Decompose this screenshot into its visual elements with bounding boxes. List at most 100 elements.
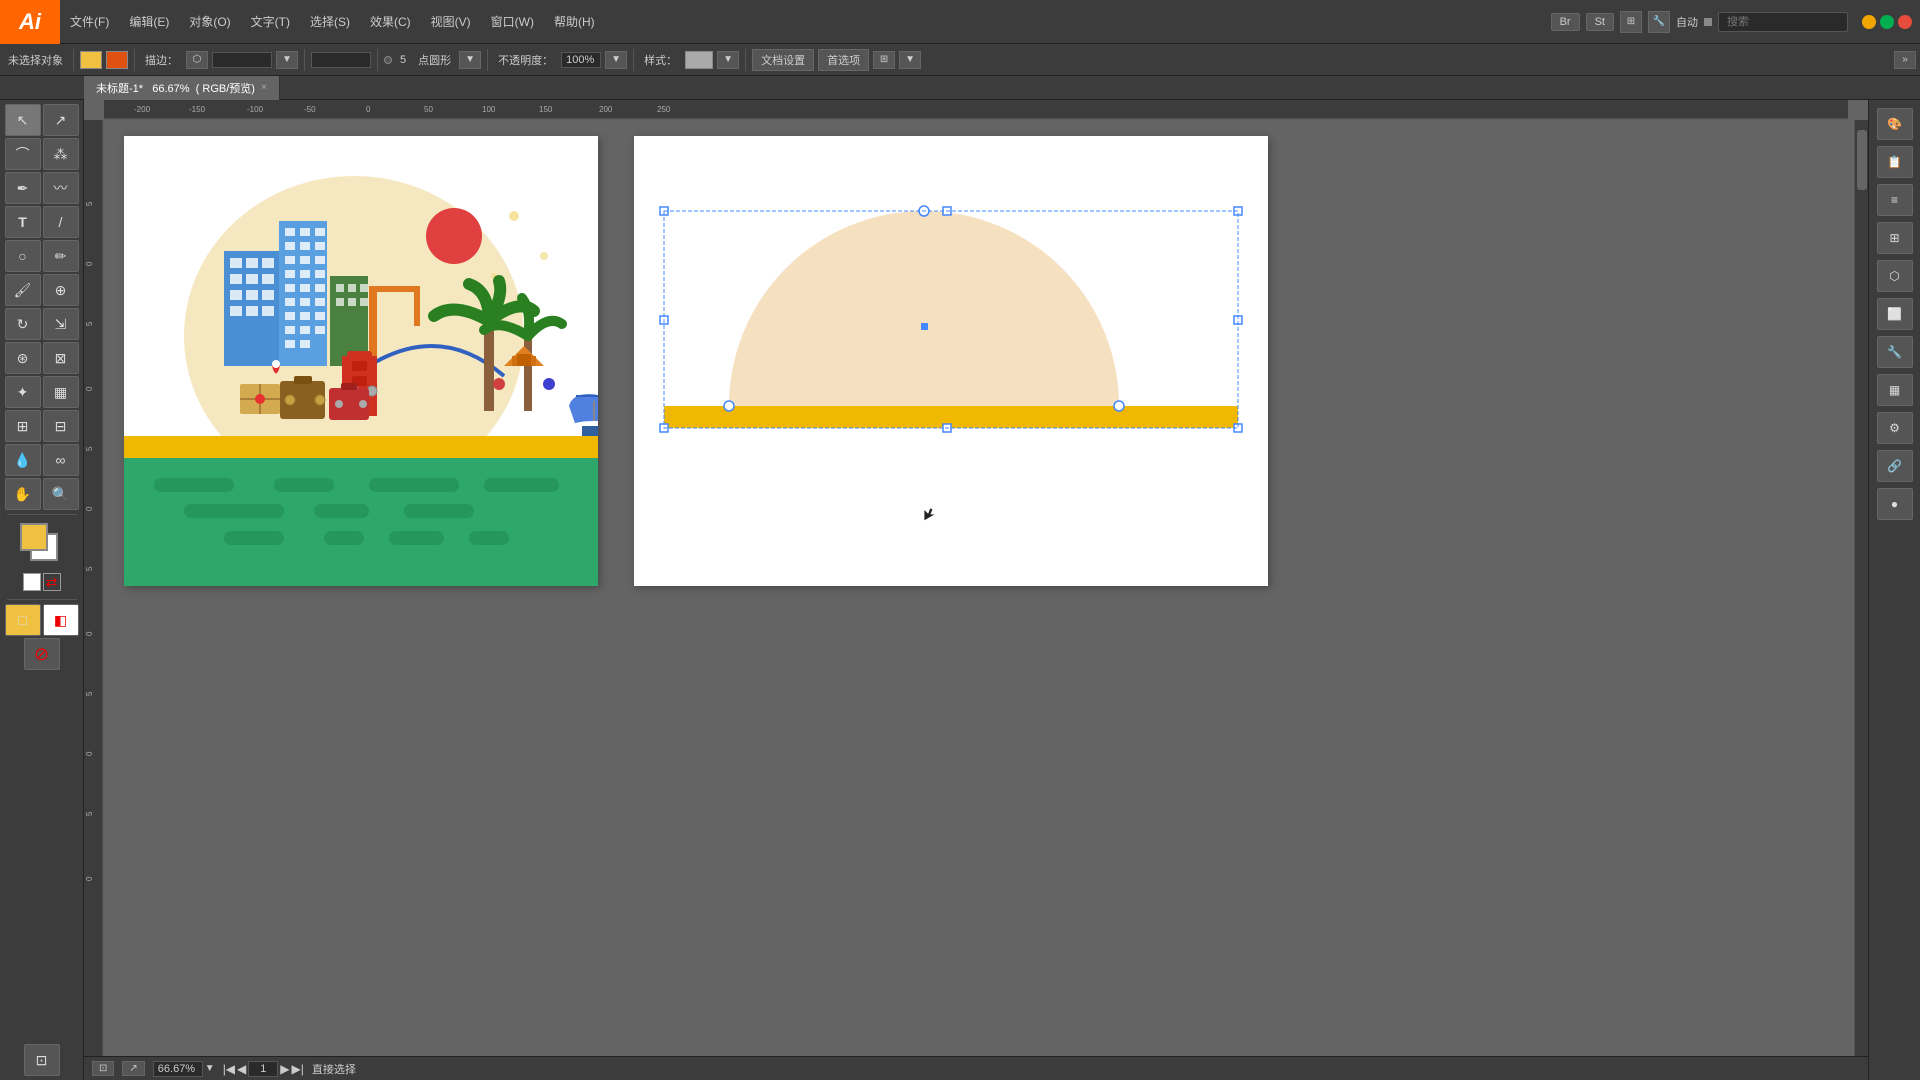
document-tab[interactable]: 未标题-1* 66.67% ( RGB/预览) × [84,76,280,100]
menu-effect[interactable]: 效果(C) [360,0,421,44]
status-bar: ⊡ ↗ ▼ |◀ ◀ ▶ ▶| 直接选择 [84,1056,1868,1080]
next-btn[interactable]: ▶ [280,1062,289,1076]
svg-text:0: 0 [85,261,94,266]
menu-select[interactable]: 选择(S) [300,0,360,44]
brush-tool[interactable]: 🖌 [5,274,41,306]
menu-help[interactable]: 帮助(H) [544,0,605,44]
page-navigation: |◀ ◀ ▶ ▶| [223,1061,304,1077]
maximize-button[interactable] [1880,15,1894,29]
share-btn[interactable]: ↗ [122,1061,144,1076]
properties-panel-icon[interactable]: ⚙ [1877,412,1913,444]
menu-edit[interactable]: 编辑(E) [119,0,179,44]
pathfinder-panel-icon[interactable]: ⬡ [1877,260,1913,292]
fill-color-swatch[interactable] [80,51,102,69]
ellipse-tool[interactable]: ○ [5,240,41,272]
app-logo-text: Ai [19,9,41,35]
column-graph-tool[interactable]: ▦ [43,376,79,408]
pen-tool[interactable]: ✒ [5,172,41,204]
menu-file[interactable]: 文件(F) [60,0,119,44]
doc-setup-button[interactable]: 文档设置 [752,49,814,71]
slice-tool[interactable]: ⊟ [43,410,79,442]
style-swatch[interactable] [685,51,713,69]
color-fill-btn[interactable]: □ [5,604,41,636]
minimize-button[interactable] [1862,15,1876,29]
align-panel-icon[interactable]: ≡ [1877,184,1913,216]
prev-btn[interactable]: ◀ [237,1062,246,1076]
artboard-panel-icon[interactable]: 📋 [1877,146,1913,178]
rotate-tool[interactable]: ↻ [5,308,41,340]
reset-colors-icon[interactable] [23,573,41,591]
appearance-panel-icon[interactable]: ⬜ [1877,298,1913,330]
swap-colors-icon[interactable]: ⇄ [43,573,61,591]
zoom-tool[interactable]: 🔍 [43,478,79,510]
arrange-dropdown-icon[interactable] [1704,18,1712,26]
type-tool[interactable]: T [5,206,41,238]
tool-row-9: ✦ ▦ [2,376,81,408]
vertical-scroll-thumb[interactable] [1857,130,1867,190]
magic-wand-tool[interactable]: ⁂ [43,138,79,170]
graphic-styles-icon[interactable]: 🔧 [1877,336,1913,368]
menu-view[interactable]: 视图(V) [421,0,481,44]
stroke-weight-icon[interactable]: ⬡ [186,51,208,69]
blob-brush-tool[interactable]: ⊕ [43,274,79,306]
stroke-input[interactable] [212,52,272,68]
curvature-tool[interactable]: 〰 [43,172,79,204]
menu-text[interactable]: 文字(T) [241,0,300,44]
warp-tool[interactable]: ⊛ [5,342,41,374]
links-panel-icon[interactable]: 🔗 [1877,450,1913,482]
artboard-tool[interactable]: ⊞ [5,410,41,442]
stock-button[interactable]: St [1586,13,1614,31]
hand-tool[interactable]: ✋ [5,478,41,510]
svg-text:50: 50 [424,105,433,114]
blend-tool[interactable]: ∞ [43,444,79,476]
page-number-input[interactable] [248,1061,278,1077]
none-btn[interactable]: ⊘ [24,638,60,670]
zoom-dropdown-icon[interactable]: ▼ [205,1063,215,1074]
pencil-tool[interactable]: ✏ [43,240,79,272]
opacity-dropdown-icon[interactable]: ▼ [605,51,627,69]
bridge-button[interactable]: Br [1551,13,1580,31]
artboard-switch-btn[interactable]: ⊡ [24,1044,60,1076]
close-button[interactable] [1898,15,1912,29]
panel-collapse-icon[interactable]: » [1894,51,1916,69]
line-tool[interactable]: / [43,206,79,238]
selection-tool[interactable]: ↖ [5,104,41,136]
symbol-sprayer-tool[interactable]: ✦ [5,376,41,408]
shape-dropdown-icon[interactable]: ▼ [459,51,481,69]
scale-tool[interactable]: ⇲ [43,308,79,340]
vertical-scrollbar[interactable] [1854,120,1868,1066]
prefs-icon[interactable]: ▼ [899,51,921,69]
no-selection-label: 未选择对象 [4,52,67,68]
transform-panel-icon[interactable]: ⊞ [1877,222,1913,254]
fill-color-big[interactable] [20,523,48,551]
lasso-tool[interactable]: ⌒ [5,138,41,170]
tools-icon[interactable]: 🔧 [1648,11,1670,33]
stroke-value-input[interactable] [311,52,371,68]
layers-panel-icon[interactable]: ▦ [1877,374,1913,406]
svg-text:-200: -200 [134,105,151,114]
style-dropdown-icon[interactable]: ▼ [717,51,739,69]
eyedropper-tool[interactable]: 💧 [5,444,41,476]
prev-first-btn[interactable]: |◀ [223,1062,235,1076]
next-last-btn[interactable]: ▶| [292,1062,304,1076]
color-panel-icon[interactable]: 🎨 [1877,108,1913,140]
cc-libraries-icon[interactable]: ● [1877,488,1913,520]
stroke-dropdown-icon[interactable]: ▼ [276,51,298,69]
prefs-button[interactable]: 首选项 [818,49,869,71]
opacity-input[interactable] [561,52,601,68]
status-icon-btn[interactable]: ⊡ [92,1061,114,1076]
free-transform-tool[interactable]: ⊠ [43,342,79,374]
gradient-btn[interactable]: ◧ [43,604,79,636]
workspace-icon[interactable]: ⊞ [1620,11,1642,33]
menu-object[interactable]: 对象(O) [179,0,240,44]
arrange-icon[interactable]: ⊞ [873,51,895,69]
direct-selection-tool[interactable]: ↗ [43,104,79,136]
svg-text:5: 5 [85,811,94,816]
tab-close-icon[interactable]: × [261,82,267,93]
tool-separator2 [7,599,77,600]
menu-window[interactable]: 窗口(W) [481,0,544,44]
stroke-color-swatch[interactable] [106,51,128,69]
svg-text:0: 0 [85,876,94,881]
zoom-input[interactable] [153,1061,203,1077]
search-input[interactable] [1718,12,1848,32]
